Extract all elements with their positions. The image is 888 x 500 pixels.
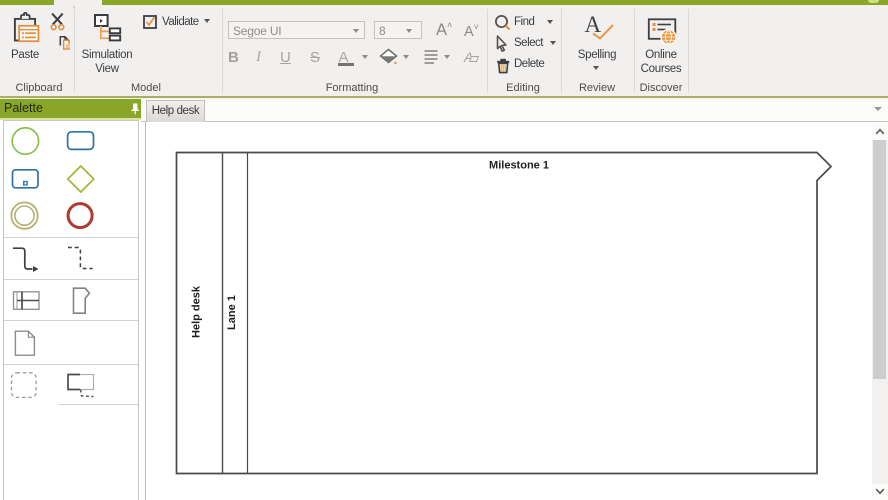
svg-text:Milestone 1: Milestone 1	[489, 160, 549, 172]
svg-text:Lane 1: Lane 1	[226, 295, 238, 330]
svg-text:Help desk: Help desk	[191, 285, 203, 338]
